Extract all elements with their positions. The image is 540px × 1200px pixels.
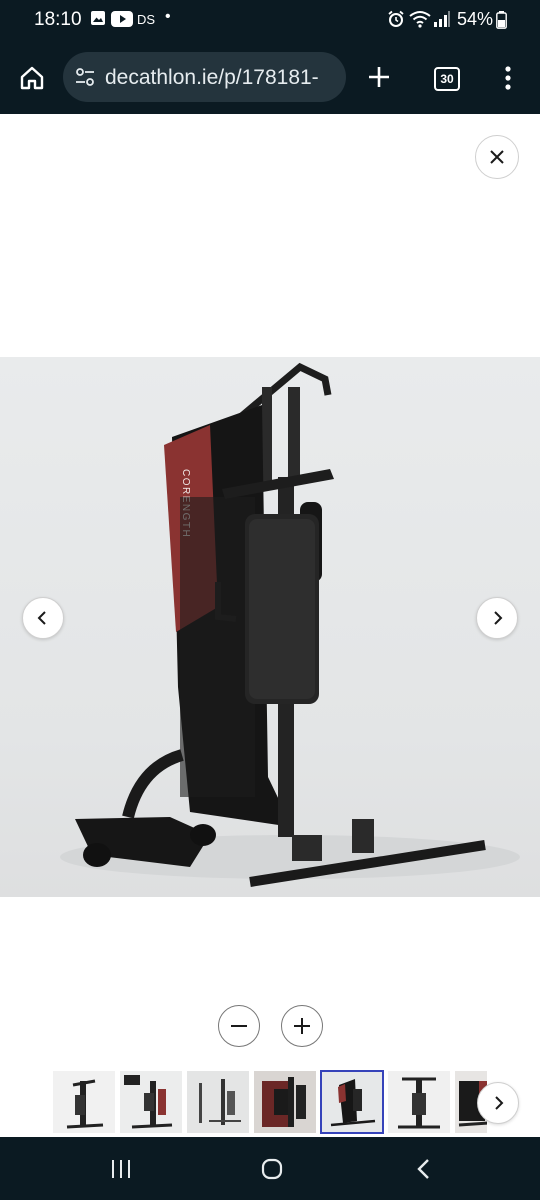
tab-switcher-button[interactable]: 30 xyxy=(434,67,460,91)
home-icon[interactable] xyxy=(19,65,45,91)
youtube-icon xyxy=(111,11,133,27)
thumbnails-next-button[interactable] xyxy=(477,1082,519,1124)
new-tab-plus-icon[interactable] xyxy=(368,66,390,88)
signal-icon xyxy=(434,11,450,27)
gallery-icon xyxy=(91,11,105,25)
carrier-label: DS xyxy=(137,12,156,27)
zoom-out-button[interactable] xyxy=(218,1005,260,1047)
status-bar: 18:10 DS • 54% xyxy=(0,0,540,40)
url-text: decathlon.ie/p/178181- xyxy=(105,66,319,89)
home-gym-illustration: CORENGTH xyxy=(60,362,520,887)
browser-toolbar: decathlon.ie/p/178181- 30 xyxy=(0,40,540,114)
notification-dot: • xyxy=(165,8,171,25)
thumbnail-1[interactable] xyxy=(53,1071,115,1133)
site-settings-icon[interactable] xyxy=(75,67,95,87)
previous-image-button[interactable] xyxy=(22,597,64,639)
back-icon[interactable] xyxy=(416,1158,430,1180)
chevron-right-icon xyxy=(495,1096,504,1110)
wifi-icon xyxy=(409,11,431,28)
product-image[interactable]: CORENGTH xyxy=(0,357,540,897)
system-navigation-bar xyxy=(0,1137,540,1200)
close-icon xyxy=(490,150,504,164)
next-image-button[interactable] xyxy=(476,597,518,639)
address-bar[interactable]: decathlon.ie/p/178181- xyxy=(63,52,346,102)
thumbnail-3[interactable] xyxy=(187,1071,249,1133)
thumbnail-6[interactable] xyxy=(388,1071,450,1133)
recents-icon[interactable] xyxy=(111,1159,131,1179)
status-time: 18:10 xyxy=(34,9,82,30)
home-circle-icon[interactable] xyxy=(261,1158,283,1180)
battery-percent: 54% xyxy=(457,9,494,29)
thumbnail-2[interactable] xyxy=(120,1071,182,1133)
thumbnail-5[interactable] xyxy=(320,1070,384,1134)
overflow-menu-icon[interactable] xyxy=(504,66,512,90)
thumbnail-4[interactable] xyxy=(254,1071,316,1133)
thumbnail-strip xyxy=(53,1069,487,1135)
zoom-in-icon xyxy=(294,1018,310,1034)
chevron-left-icon xyxy=(37,611,46,625)
close-button[interactable] xyxy=(475,135,519,179)
zoom-in-button[interactable] xyxy=(281,1005,323,1047)
battery-icon xyxy=(496,11,507,29)
chevron-right-icon xyxy=(494,611,503,625)
zoom-out-icon xyxy=(231,1025,247,1027)
alarm-icon xyxy=(388,10,404,27)
